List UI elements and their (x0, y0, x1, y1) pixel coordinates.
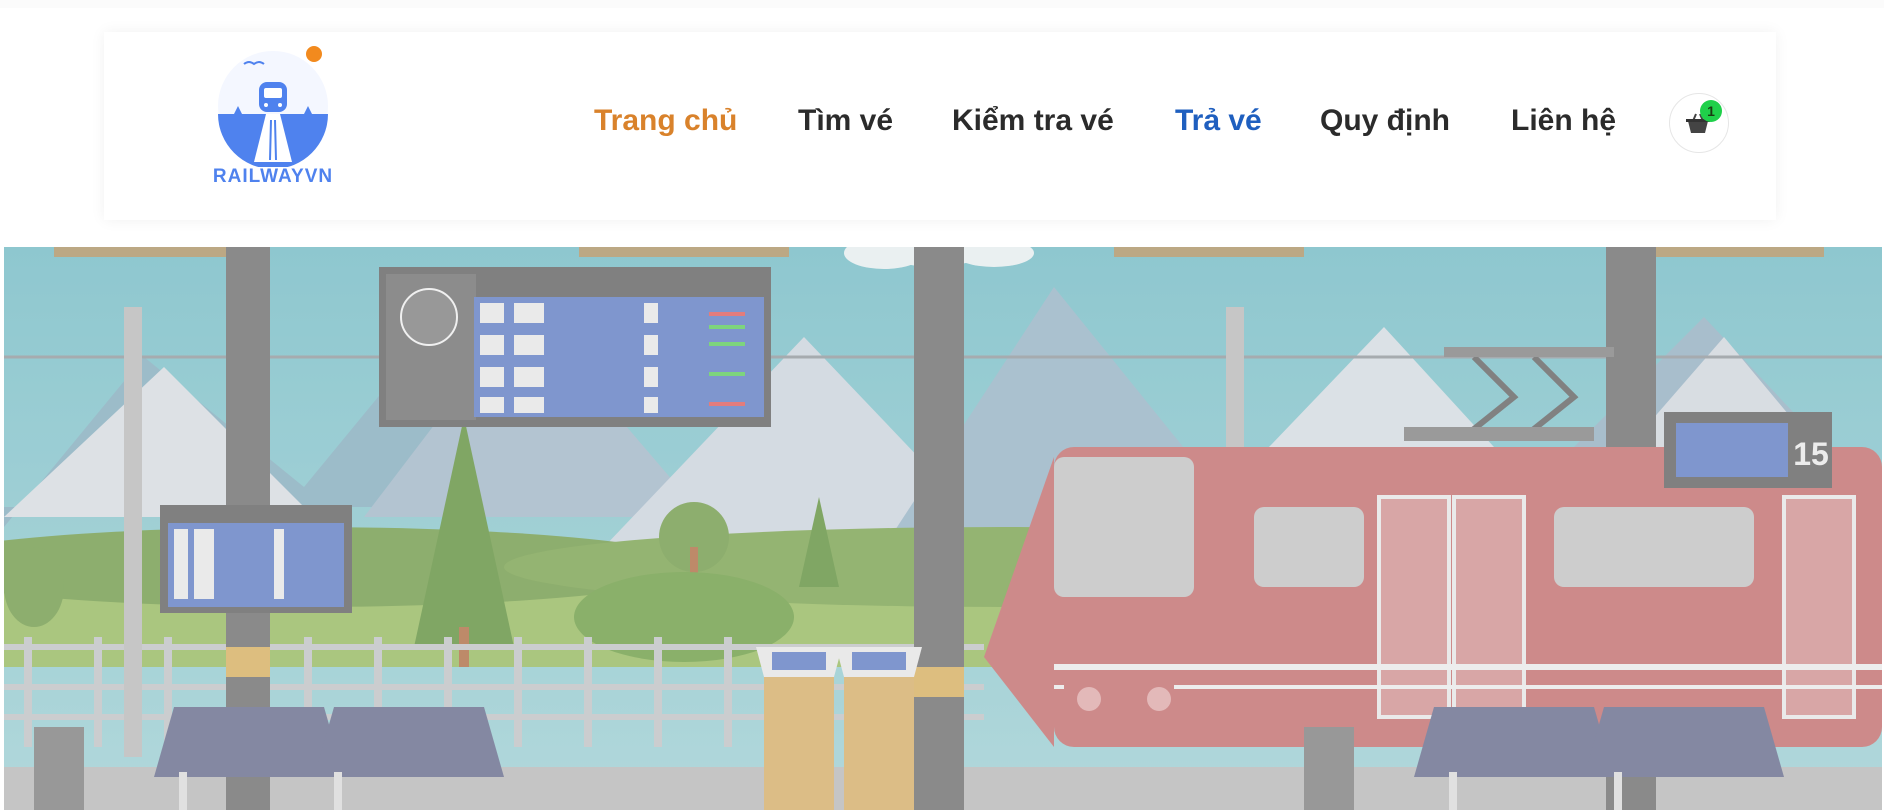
cart-button[interactable]: 1 (1669, 93, 1729, 153)
nav-quy-dinh[interactable]: Quy định (1320, 104, 1450, 138)
nav-kiem-tra-ve[interactable]: Kiểm tra vé (952, 104, 1114, 138)
top-strip (0, 0, 1884, 8)
site-logo[interactable]: RAILWAYVN (204, 42, 342, 192)
hero-banner: 15 (4, 247, 1882, 810)
sun-icon (306, 46, 322, 62)
nav-trang-chu[interactable]: Trang chủ (594, 104, 737, 138)
nav-tim-ve[interactable]: Tìm vé (798, 104, 893, 138)
brand-name: RAILWAYVN (212, 166, 334, 187)
site-header: RAILWAYVN Trang chủ Tìm vé Kiểm tra vé T… (104, 32, 1776, 220)
nav-lien-he[interactable]: Liên hệ (1511, 104, 1616, 138)
train-station-illustration: 15 (4, 247, 1882, 810)
nav-tra-ve[interactable]: Trả vé (1175, 104, 1262, 138)
railway-logo-icon (218, 46, 328, 169)
cart-count-badge: 1 (1700, 100, 1722, 122)
